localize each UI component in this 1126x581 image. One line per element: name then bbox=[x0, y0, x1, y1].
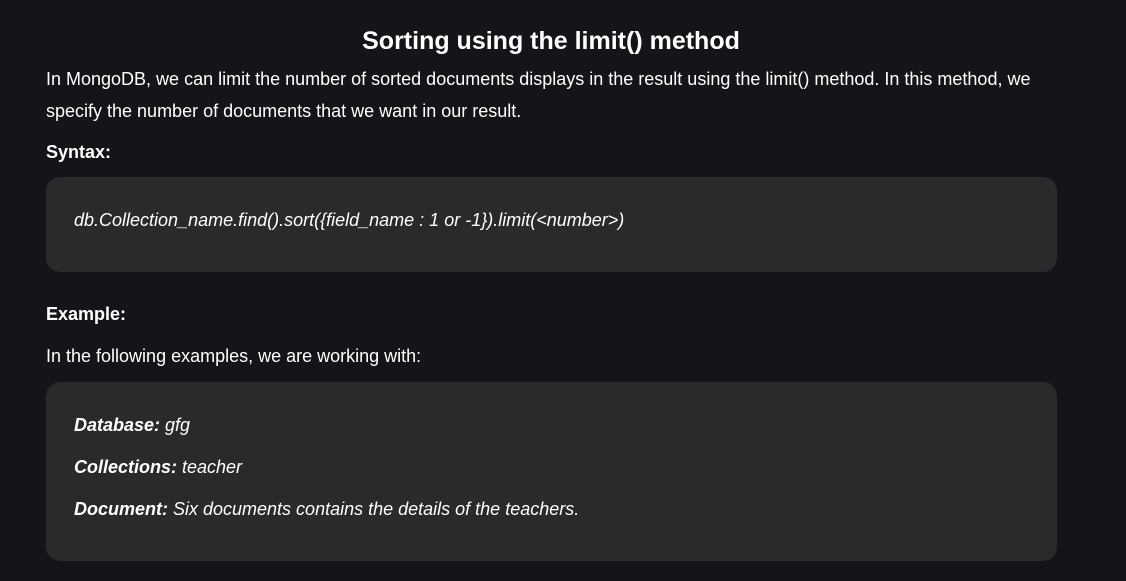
intro-paragraph: In MongoDB, we can limit the number of s… bbox=[46, 69, 1031, 121]
article-title: Sorting using the limit() method bbox=[362, 27, 740, 55]
detail-database-key: Database: bbox=[74, 415, 161, 435]
example-intro: In the following examples, we are workin… bbox=[46, 346, 422, 366]
detail-collections: Collections: teacher bbox=[74, 454, 242, 480]
detail-document-key: Document: bbox=[74, 499, 168, 519]
detail-database: Database: gfg bbox=[74, 412, 190, 438]
detail-document-value: Six documents contains the details of th… bbox=[168, 499, 580, 519]
detail-collections-key: Collections: bbox=[74, 457, 178, 477]
detail-collections-value: teacher bbox=[177, 457, 243, 477]
syntax-code-block: db.Collection_name.find().sort({field_na… bbox=[46, 177, 1057, 272]
syntax-code: db.Collection_name.find().sort({field_na… bbox=[74, 210, 625, 230]
example-label: Example: bbox=[46, 304, 127, 324]
syntax-label: Syntax: bbox=[46, 142, 112, 162]
detail-document: Document: Six documents contains the det… bbox=[74, 496, 579, 522]
detail-database-value: gfg bbox=[160, 415, 191, 435]
example-details-block: Database: gfg Collections: teacher Docum… bbox=[46, 382, 1057, 561]
